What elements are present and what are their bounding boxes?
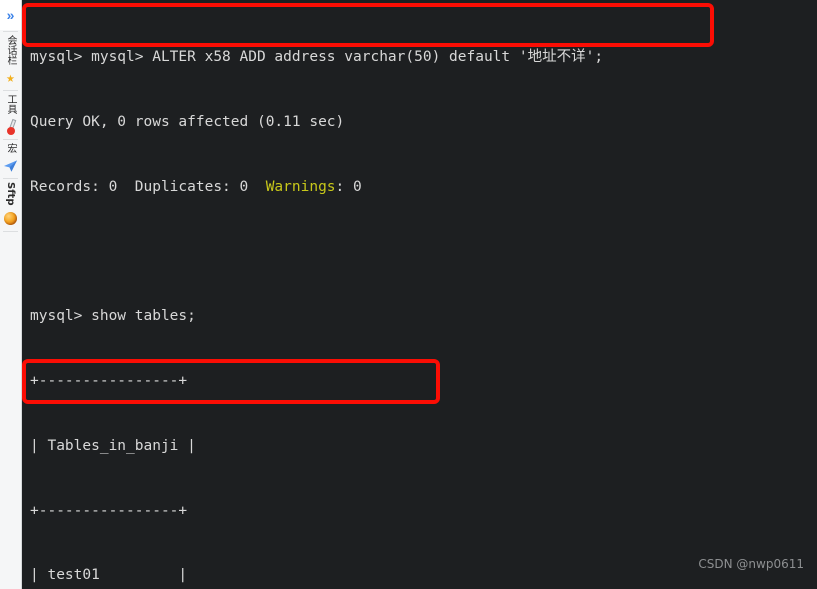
divider — [3, 139, 18, 140]
sidebar-item-tools[interactable]: 工具 — [0, 92, 21, 116]
terminal-line: mysql> show tables; — [30, 308, 196, 325]
terminal-line: +----------------+ — [30, 373, 188, 390]
sidebar-item-macro[interactable]: 宏 — [0, 141, 21, 155]
divider — [3, 31, 18, 32]
watermark: CSDN @nwp0611 — [698, 557, 804, 571]
warnings-label: Warnings — [265, 178, 336, 195]
sidebar-item-session-bar[interactable]: 会话栏 — [0, 33, 21, 67]
terminal-line: Query OK, 0 rows affected (0.11 sec) — [30, 113, 345, 130]
sidebar-item-label: 宏 — [5, 143, 16, 153]
terminal-line-warnings: Records: 0 Duplicates: 0 Warnings: 0 — [30, 177, 817, 199]
paper-plane-icon — [3, 160, 18, 172]
left-toolbar: » 会话栏 ★ 工具 宏 Sftp — [0, 0, 22, 589]
sidebar-item-label: Sftp — [5, 182, 16, 206]
sidebar-item-monitor[interactable] — [0, 116, 21, 138]
star-icon: ★ — [6, 70, 15, 86]
terminal-line: +----------------+ — [30, 502, 188, 519]
sidebar-item-label: 会话栏 — [5, 35, 16, 65]
divider — [3, 90, 18, 91]
sidebar-item-browser[interactable] — [0, 208, 21, 230]
sidebar-item-send[interactable] — [0, 155, 21, 177]
sidebar-item-label: 工具 — [5, 94, 16, 114]
terminal-output[interactable]: mysql> mysql> ALTER x58 ADD address varc… — [22, 0, 817, 589]
app-window: » 会话栏 ★ 工具 宏 Sftp mysql> mysql> ALTER x5… — [0, 0, 817, 589]
sidebar-item-favorites[interactable]: ★ — [0, 67, 21, 89]
thermometer-icon — [4, 118, 18, 135]
terminal-line: | Tables_in_banji | — [30, 437, 196, 454]
globe-icon — [4, 212, 17, 225]
sidebar-item-sftp[interactable]: Sftp — [0, 180, 21, 208]
chevron-double-right-icon[interactable]: » — [0, 0, 21, 30]
divider — [3, 230, 18, 232]
terminal-text: Records: 0 Duplicates: 0 — [30, 178, 266, 195]
terminal-line: mysql> mysql> ALTER x58 ADD address varc… — [30, 49, 604, 66]
divider — [3, 178, 18, 179]
warnings-count: : 0 — [335, 178, 362, 195]
